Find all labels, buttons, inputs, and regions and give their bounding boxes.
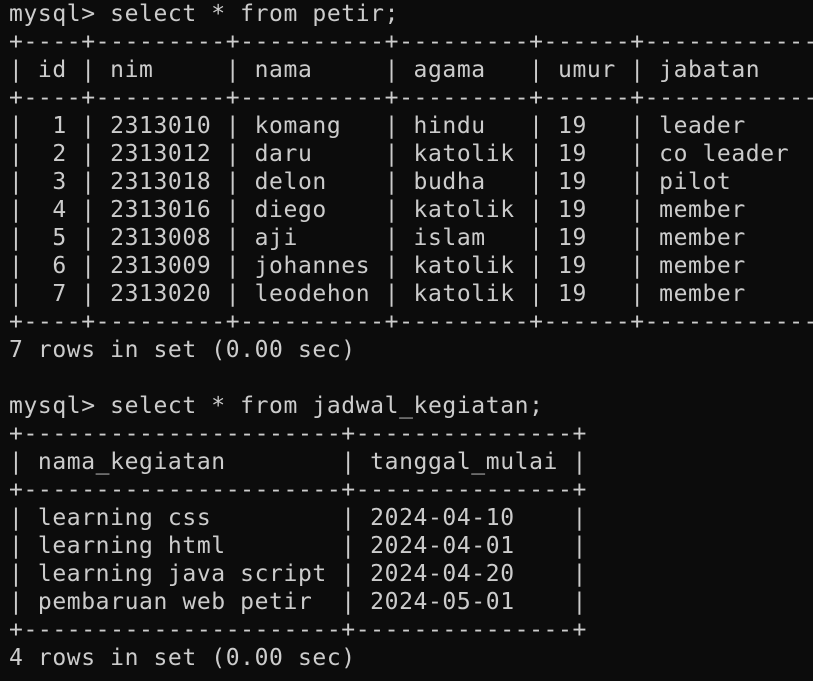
table-row: | learning css | 2024-04-10 | [9, 505, 587, 531]
table-row: | 1 | 2313010 | komang | hindu | 19 | le… [9, 113, 813, 139]
table-border: +----+---------+----------+---------+---… [9, 29, 813, 55]
table-border: +----------------------+---------------+ [9, 617, 587, 643]
table-row: | 2 | 2313012 | daru | katolik | 19 | co… [9, 141, 813, 167]
table-row: | pembaruan web petir | 2024-05-01 | [9, 589, 587, 615]
table-border: +----------------------+---------------+ [9, 477, 587, 503]
table-header-jadwal: | nama_kegiatan | tanggal_mulai | [9, 449, 587, 475]
table-row: | 7 | 2313020 | leodehon | katolik | 19 … [9, 281, 813, 307]
result-summary: 4 rows in set (0.00 sec) [9, 645, 356, 671]
table-row: | learning html | 2024-04-01 | [9, 533, 587, 559]
table-border: +----------------------+---------------+ [9, 421, 587, 447]
table-row: | 5 | 2313008 | aji | islam | 19 | membe… [9, 225, 813, 251]
table-border: +----+---------+----------+---------+---… [9, 85, 813, 111]
command-prompt-jadwal: mysql> select * from jadwal_kegiatan; [9, 393, 544, 419]
table-row: | 6 | 2313009 | johannes | katolik | 19 … [9, 253, 813, 279]
terminal-output[interactable]: mysql> select * from petir; +----+------… [0, 0, 813, 681]
table-row: | 4 | 2313016 | diego | katolik | 19 | m… [9, 197, 813, 223]
result-summary: 7 rows in set (0.00 sec) [9, 337, 356, 363]
table-row: | 3 | 2313018 | delon | budha | 19 | pil… [9, 169, 813, 195]
table-border: +----+---------+----------+---------+---… [9, 309, 813, 335]
command-prompt-petir: mysql> select * from petir; [9, 1, 400, 27]
table-header-petir: | id | nim | nama | agama | umur | jabat… [9, 57, 813, 83]
table-row: | learning java script | 2024-04-20 | [9, 561, 587, 587]
